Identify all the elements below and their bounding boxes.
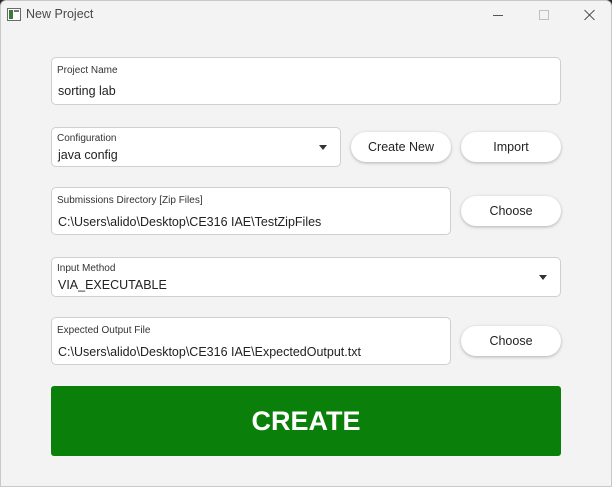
choose-expected-output-button[interactable]: Choose [461, 326, 561, 356]
project-name-input[interactable]: sorting lab [58, 84, 116, 98]
submissions-directory-input[interactable]: C:\Users\alido\Desktop\CE316 IAE\TestZip… [58, 215, 321, 229]
expected-output-input[interactable]: C:\Users\alido\Desktop\CE316 IAE\Expecte… [58, 345, 361, 359]
input-method-dropdown[interactable]: Input Method VIA_EXECUTABLE [51, 257, 561, 297]
expected-output-field[interactable]: Expected Output File C:\Users\alido\Desk… [51, 317, 451, 365]
title-bar[interactable]: New Project [1, 1, 611, 29]
input-method-label: Input Method [57, 263, 116, 274]
expected-output-label: Expected Output File [57, 325, 151, 336]
app-window-icon [7, 8, 21, 21]
import-config-button[interactable]: Import [461, 132, 561, 162]
chevron-down-icon [319, 145, 327, 150]
close-button[interactable] [567, 1, 611, 29]
maximize-icon [539, 10, 549, 20]
minimize-button[interactable] [475, 1, 521, 29]
create-button[interactable]: CREATE [51, 386, 561, 456]
close-icon [584, 9, 596, 21]
configuration-value: java config [58, 148, 118, 162]
configuration-dropdown[interactable]: Configuration java config [51, 127, 341, 167]
window-title: New Project [26, 7, 94, 21]
create-new-config-button[interactable]: Create New [351, 132, 451, 162]
maximize-button[interactable] [521, 1, 567, 29]
submissions-directory-field[interactable]: Submissions Directory [Zip Files] C:\Use… [51, 187, 451, 235]
input-method-value: VIA_EXECUTABLE [58, 278, 167, 292]
configuration-label: Configuration [57, 133, 117, 144]
submissions-directory-label: Submissions Directory [Zip Files] [57, 195, 203, 206]
project-name-field[interactable]: Project Name sorting lab [51, 57, 561, 105]
choose-submissions-button[interactable]: Choose [461, 196, 561, 226]
chevron-down-icon [539, 275, 547, 280]
minimize-icon [493, 14, 503, 16]
project-name-label: Project Name [57, 65, 118, 76]
new-project-window: New Project Project Name sorting lab Con… [0, 0, 612, 487]
